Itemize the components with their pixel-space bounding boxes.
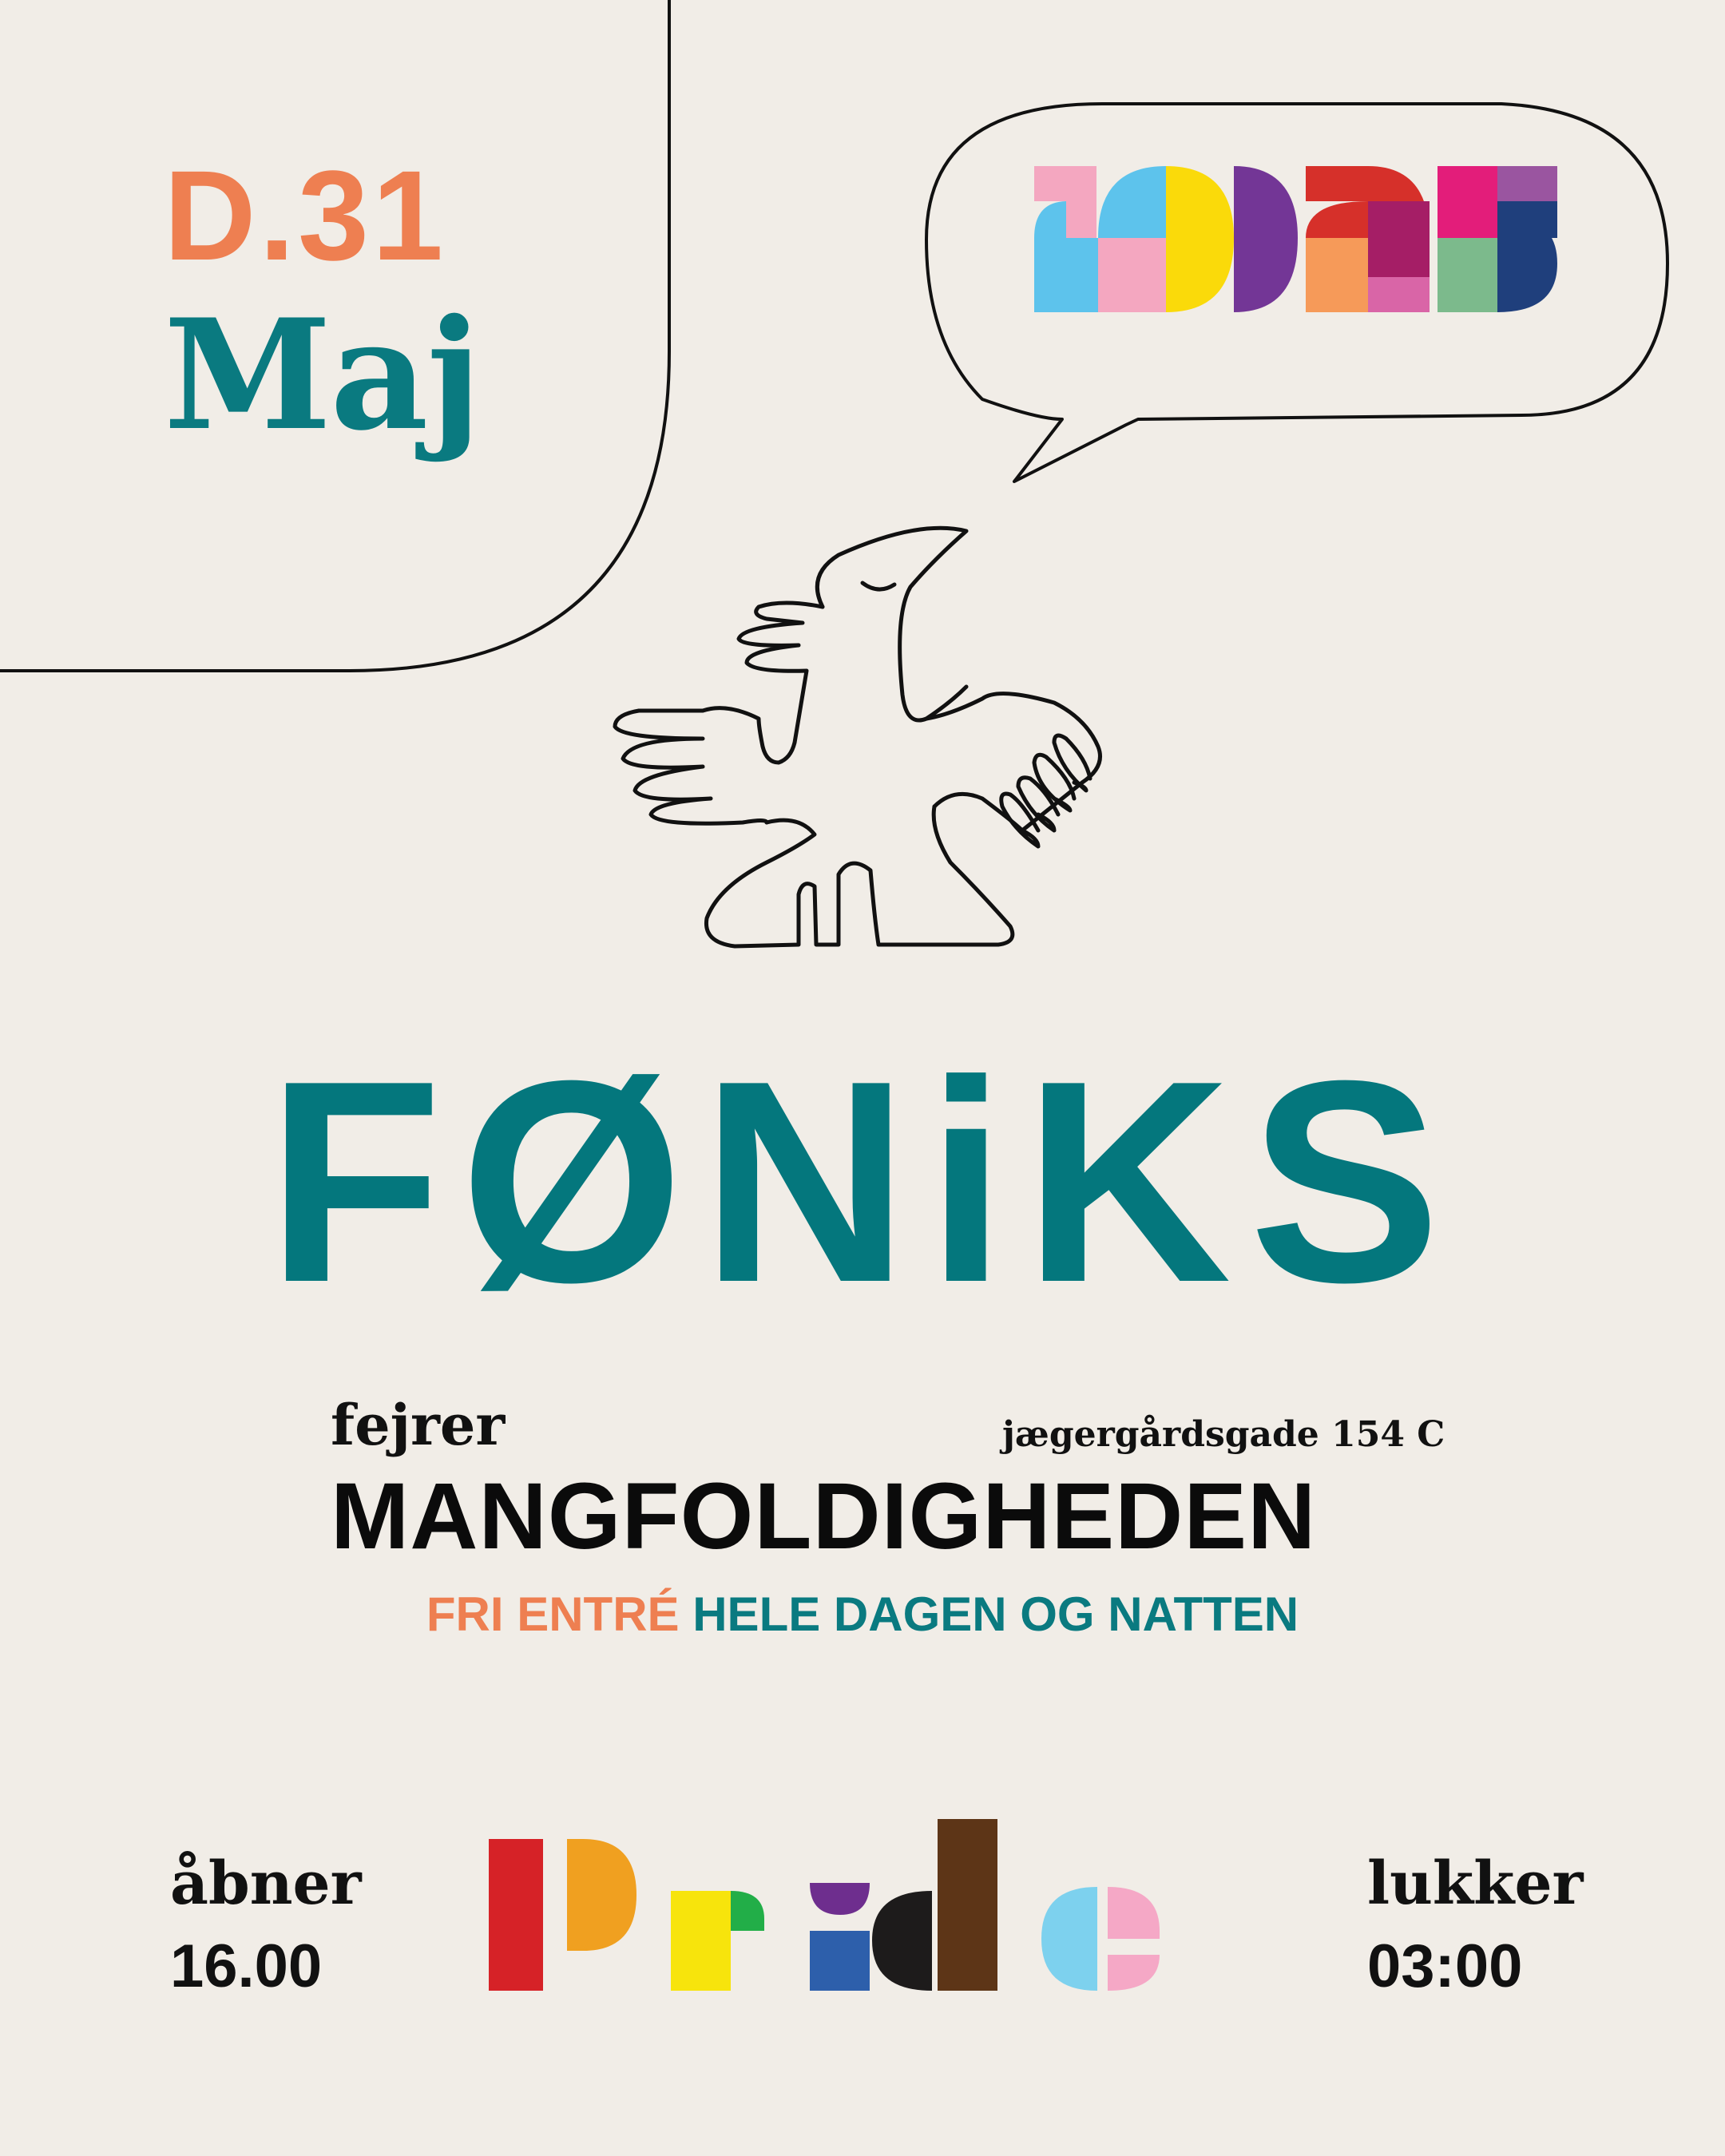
venue-address: jægergårdsgade 154 C	[1002, 1414, 1445, 1455]
entry-info: FRI ENTRÉ HELE DAGEN OG NATTEN	[0, 1591, 1725, 1639]
open-time: 16.00	[170, 1932, 323, 2000]
tagline-verb: fejrer	[331, 1392, 506, 1458]
tagline-main: MANGFOLDIGHEDEN	[331, 1464, 1317, 1569]
close-label: lukker	[1367, 1849, 1584, 1918]
pride-wordmark	[489, 1819, 1160, 1991]
brand-logo-wordmark: FØNiKS	[266, 1021, 1459, 1342]
close-time: 03:00	[1367, 1932, 1523, 2000]
entry-free-label: FRI ENTRÉ	[426, 1587, 680, 1641]
entry-hours-label: HELE DAGEN OG NATTEN	[692, 1587, 1299, 1641]
open-label: åbner	[170, 1849, 362, 1918]
